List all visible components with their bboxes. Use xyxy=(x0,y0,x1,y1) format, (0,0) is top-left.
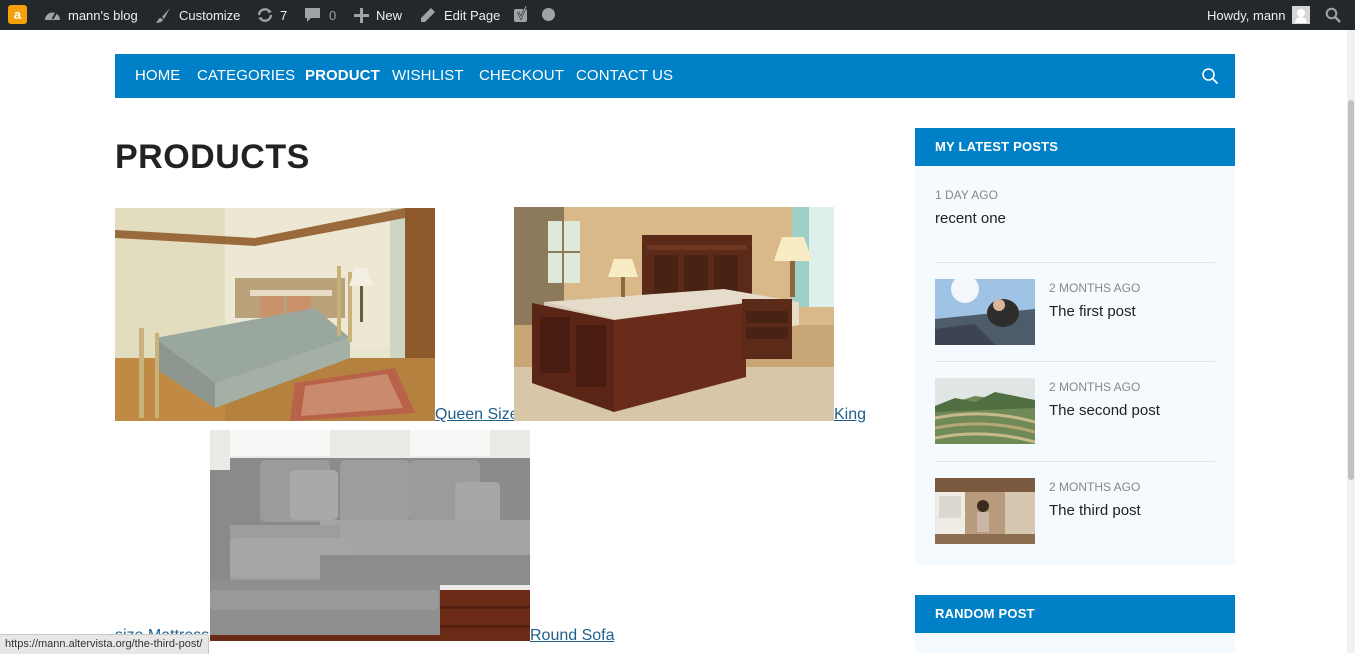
customize-label: Customize xyxy=(179,7,241,23)
greeting-label: Howdy, mann xyxy=(1207,7,1286,23)
main-navigation: HOME CATEGORIES PRODUCT WISHLIST CHECKOU… xyxy=(115,54,1235,98)
nav-item-product[interactable]: PRODUCT xyxy=(305,54,380,98)
post-divider xyxy=(935,262,1215,263)
avatar[interactable] xyxy=(1292,6,1310,24)
scrollbar-thumb[interactable] xyxy=(1348,100,1354,480)
edit-page-label: Edit Page xyxy=(444,7,501,23)
random-post-heading: RANDOM POST xyxy=(915,595,1235,633)
seo-status-dot-icon[interactable] xyxy=(542,8,555,21)
post-date: 2 MONTHS AGO xyxy=(1049,281,1141,295)
post-thumbnail-first[interactable] xyxy=(935,279,1035,345)
browser-status-url: https://mann.altervista.org/the-third-po… xyxy=(0,634,210,654)
product-link-queen-size[interactable]: Queen Size xyxy=(435,406,519,424)
brush-icon xyxy=(155,7,172,24)
admin-bar: a mann's blog Customize 7 0 New Edit Pag… xyxy=(0,0,1355,30)
altervista-logo-icon[interactable]: a xyxy=(8,5,27,24)
updates-count: 7 xyxy=(280,7,288,23)
customize-link[interactable]: Customize xyxy=(155,0,240,30)
post-date: 2 MONTHS AGO xyxy=(1049,480,1141,494)
product-link-king[interactable]: King xyxy=(834,406,866,424)
nav-item-categories[interactable]: CATEGORIES xyxy=(197,54,295,98)
updates-icon xyxy=(256,7,274,23)
admin-search-icon[interactable] xyxy=(1325,0,1341,30)
post-title-link[interactable]: The third post xyxy=(1049,502,1141,519)
edit-page-link[interactable]: Edit Page xyxy=(420,0,500,30)
random-post-widget xyxy=(915,633,1235,653)
pencil-icon xyxy=(420,7,436,23)
product-image-round-sofa[interactable] xyxy=(210,430,530,641)
post-date: 2 MONTHS AGO xyxy=(1049,380,1141,394)
new-content-link[interactable]: New xyxy=(354,0,402,30)
nav-item-home[interactable]: HOME xyxy=(135,54,180,98)
dashboard-icon xyxy=(44,8,61,23)
yoast-link[interactable] xyxy=(513,0,531,30)
nav-item-checkout[interactable]: CHECKOUT xyxy=(479,54,564,98)
comments-count: 0 xyxy=(329,7,337,23)
site-name-link[interactable]: mann's blog xyxy=(44,0,138,30)
post-thumbnail-third[interactable] xyxy=(935,478,1035,544)
product-link-round-sofa[interactable]: Round Sofa xyxy=(530,627,615,645)
nav-item-wishlist[interactable]: WISHLIST xyxy=(392,54,464,98)
post-title-link[interactable]: recent one xyxy=(935,210,1006,227)
plus-icon xyxy=(354,7,369,23)
page-scrollbar[interactable] xyxy=(1347,30,1355,653)
latest-posts-heading: MY LATEST POSTS xyxy=(915,128,1235,166)
site-name-label: mann's blog xyxy=(68,7,138,23)
new-label: New xyxy=(376,7,403,23)
account-menu[interactable]: Howdy, mann xyxy=(1207,0,1286,30)
yoast-icon xyxy=(513,6,531,24)
post-title-link[interactable]: The first post xyxy=(1049,303,1136,320)
post-thumbnail-second[interactable] xyxy=(935,378,1035,444)
comments-link[interactable]: 0 xyxy=(304,0,336,30)
nav-item-contact-us[interactable]: CONTACT US xyxy=(576,54,673,98)
nav-search-icon[interactable] xyxy=(1201,67,1219,90)
product-image-queen-bed[interactable] xyxy=(115,208,435,421)
updates-link[interactable]: 7 xyxy=(256,0,287,30)
post-date: 1 DAY AGO xyxy=(935,188,998,202)
post-divider xyxy=(935,361,1215,362)
post-divider xyxy=(935,461,1215,462)
page-title: PRODUCTS xyxy=(115,138,310,176)
product-image-king-bed[interactable] xyxy=(514,207,834,421)
post-title-link[interactable]: The second post xyxy=(1049,402,1160,419)
comment-bubble-icon xyxy=(304,7,321,23)
